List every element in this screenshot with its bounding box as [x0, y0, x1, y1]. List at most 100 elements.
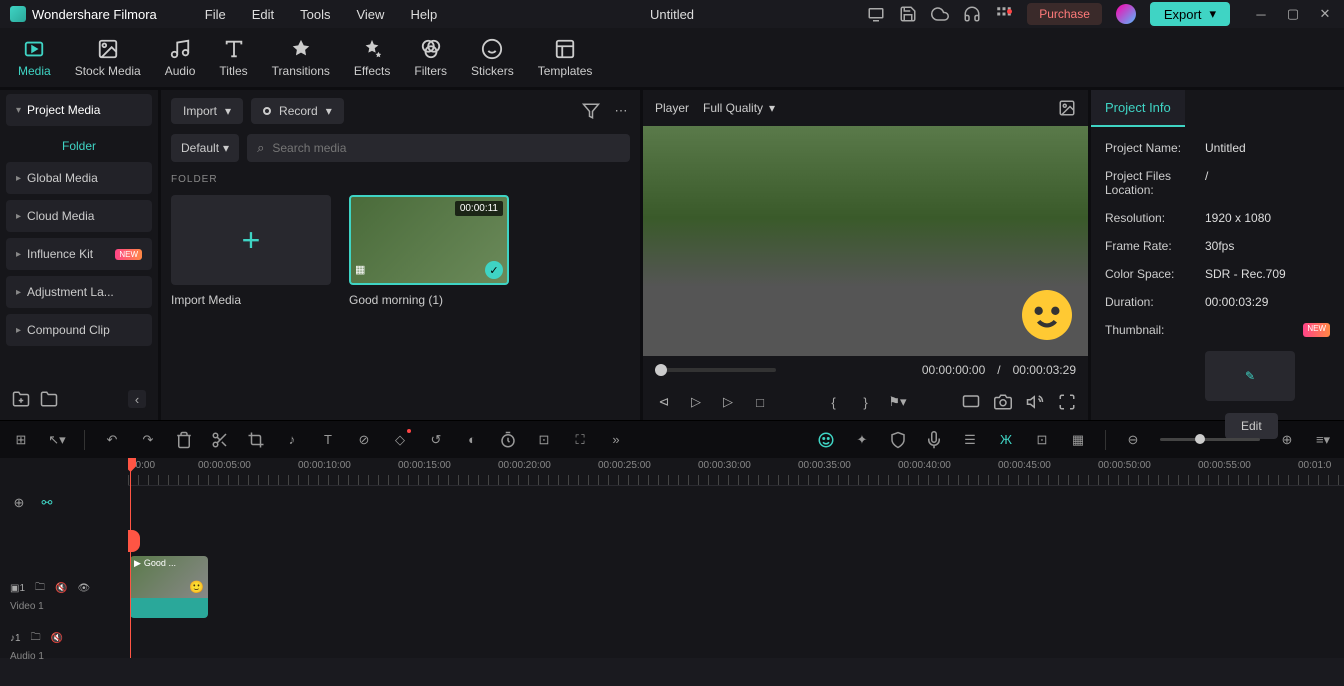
eye-icon[interactable]: 👁 [77, 583, 90, 594]
menu-view[interactable]: View [356, 7, 384, 22]
thumbnail-preview[interactable]: ✎ [1205, 351, 1295, 401]
camera-icon[interactable] [994, 393, 1012, 411]
edit-button[interactable]: Edit [1225, 413, 1278, 439]
redo-icon[interactable]: ↷ [139, 431, 157, 449]
zoom-in-icon[interactable]: ⊕ [1278, 431, 1296, 449]
text-icon[interactable]: T [319, 431, 337, 449]
focus-icon[interactable]: ⛶ [571, 431, 589, 449]
minimize-icon[interactable]: ─ [1252, 5, 1270, 23]
mute-icon[interactable]: 🔇 [51, 633, 63, 644]
cut-icon[interactable] [211, 431, 229, 449]
tab-audio[interactable]: Audio [165, 38, 196, 78]
quality-dropdown[interactable]: Full Quality ▾ [703, 101, 775, 115]
zoom-out-icon[interactable]: ⊖ [1124, 431, 1142, 449]
tab-titles[interactable]: Titles [219, 38, 247, 78]
cloud-icon[interactable] [931, 5, 949, 23]
folder-icon[interactable]: 🗀 [31, 630, 41, 647]
ai-icon[interactable] [817, 431, 835, 449]
audio-edit-icon[interactable]: ♪ [283, 431, 301, 449]
search-input[interactable] [272, 141, 620, 155]
fullscreen-icon[interactable] [1058, 393, 1076, 411]
import-media-card[interactable]: + Import Media [171, 195, 331, 307]
new-folder-icon[interactable] [12, 390, 30, 408]
track-link-icon[interactable]: ⚯ [38, 494, 56, 512]
sidebar-adjustment-layer[interactable]: ▸Adjustment La... [6, 276, 152, 308]
tab-transitions[interactable]: Transitions [272, 38, 330, 78]
view-mode-icon[interactable]: ≡▾ [1314, 431, 1332, 449]
grid-icon[interactable]: ▦ [1069, 431, 1087, 449]
player-label[interactable]: Player [655, 101, 689, 115]
layout-icon[interactable]: ⊞ [12, 431, 30, 449]
device-icon[interactable] [867, 5, 885, 23]
enhance-icon[interactable]: ✦ [853, 431, 871, 449]
folder-icon[interactable]: 🗀 [35, 580, 45, 597]
user-avatar[interactable] [1116, 4, 1136, 24]
timer-icon[interactable] [499, 431, 517, 449]
mark-in-icon[interactable]: { [825, 393, 843, 411]
apps-icon[interactable] [995, 5, 1013, 23]
export-button[interactable]: Export▾ [1150, 2, 1230, 26]
delete-icon[interactable] [175, 431, 193, 449]
marker-icon[interactable] [889, 431, 907, 449]
headphones-icon[interactable] [963, 5, 981, 23]
video-track-header[interactable]: ▣1🗀🔇👁 Video 1 [0, 576, 128, 626]
sidebar-global-media[interactable]: ▸Global Media [6, 162, 152, 194]
snapshot-icon[interactable] [1058, 99, 1076, 117]
cursor-icon[interactable]: ↖▾ [48, 431, 66, 449]
tab-templates[interactable]: Templates [538, 38, 593, 78]
marker-dropdown-icon[interactable]: ⚑▾ [889, 393, 907, 411]
volume-icon[interactable] [1026, 393, 1044, 411]
magnetic-icon[interactable]: Ж [997, 431, 1015, 449]
keyframe-icon[interactable]: ◇ [391, 431, 409, 449]
folder-icon[interactable] [40, 390, 58, 408]
timeline-ruler[interactable]: 00:00 00:00:05:00 00:00:10:00 00:00:15:0… [128, 458, 1344, 486]
more-tools-icon[interactable]: » [607, 431, 625, 449]
tab-media[interactable]: Media [18, 38, 51, 78]
record-dropdown[interactable]: Record▾ [251, 98, 344, 124]
mic-icon[interactable] [925, 431, 943, 449]
video-viewport[interactable] [643, 126, 1088, 356]
sidebar-influence-kit[interactable]: ▸Influence KitNEW [6, 238, 152, 270]
menu-edit[interactable]: Edit [252, 7, 274, 22]
scrub-slider[interactable] [655, 368, 776, 372]
list-icon[interactable]: ☰ [961, 431, 979, 449]
track-add-icon[interactable]: ⊕ [10, 494, 28, 512]
undo-icon[interactable]: ↶ [103, 431, 121, 449]
prev-frame-icon[interactable]: ⊲ [655, 393, 673, 411]
save-icon[interactable] [899, 5, 917, 23]
search-box[interactable]: ⌕ [247, 134, 630, 162]
display-icon[interactable] [962, 393, 980, 411]
mark-out-icon[interactable]: } [857, 393, 875, 411]
menu-file[interactable]: File [205, 7, 226, 22]
audio-track-header[interactable]: ♪1🗀🔇 Audio 1 [0, 626, 128, 676]
timeline-clip[interactable]: ▶Good ...🙂 [130, 556, 208, 618]
media-clip-card[interactable]: 00:00:11 ▦ ✓ Good morning (1) [349, 195, 509, 307]
sidebar-compound-clip[interactable]: ▸Compound Clip [6, 314, 152, 346]
project-info-tab[interactable]: Project Info [1091, 90, 1185, 127]
menu-tools[interactable]: Tools [300, 7, 330, 22]
maximize-icon[interactable]: ▢ [1284, 5, 1302, 23]
sort-dropdown[interactable]: Default▾ [171, 134, 239, 162]
tab-effects[interactable]: Effects [354, 38, 390, 78]
filter-icon[interactable] [582, 102, 600, 120]
tracking-icon[interactable]: ⊡ [535, 431, 553, 449]
color-icon[interactable]: ◐ [463, 431, 481, 449]
link-icon[interactable]: ⊘ [355, 431, 373, 449]
sidebar-project-media[interactable]: ▾Project Media [6, 94, 152, 126]
zoom-slider[interactable] [1160, 438, 1260, 441]
timeline-body[interactable]: 00:00 00:00:05:00 00:00:10:00 00:00:15:0… [128, 458, 1344, 658]
overlap-icon[interactable]: ⊡ [1033, 431, 1051, 449]
tab-filters[interactable]: Filters [414, 38, 447, 78]
play-backward-icon[interactable]: ▷ [687, 393, 705, 411]
sidebar-cloud-media[interactable]: ▸Cloud Media [6, 200, 152, 232]
mute-icon[interactable]: 🔇 [55, 583, 67, 594]
speed-back-icon[interactable]: ↺ [427, 431, 445, 449]
menu-help[interactable]: Help [410, 7, 437, 22]
crop-icon[interactable] [247, 431, 265, 449]
collapse-sidebar-icon[interactable]: ‹ [128, 390, 146, 408]
tab-stickers[interactable]: Stickers [471, 38, 514, 78]
close-icon[interactable]: ✕ [1316, 5, 1334, 23]
sidebar-folder[interactable]: Folder [6, 132, 152, 160]
playhead[interactable] [130, 458, 131, 658]
stop-icon[interactable]: □ [751, 393, 769, 411]
